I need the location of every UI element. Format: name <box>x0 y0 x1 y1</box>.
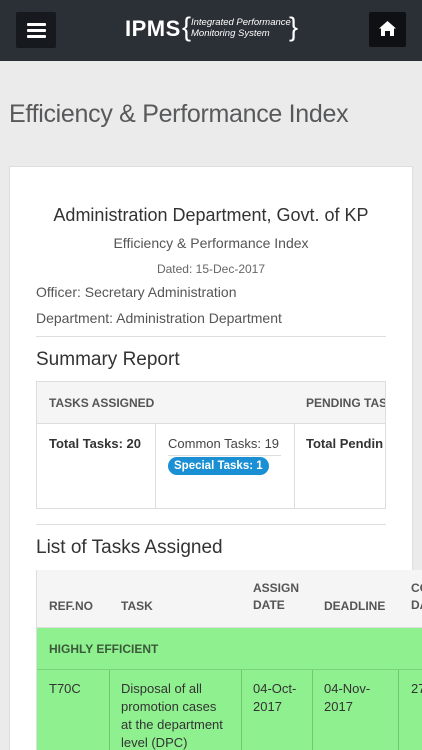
divider <box>36 524 386 525</box>
column-divider <box>241 670 242 750</box>
header-pending-tasks: PENDING TAS <box>306 396 386 410</box>
special-tasks-badge: Special Tasks: 1 <box>168 457 269 475</box>
header-completion-date: CO DA <box>411 580 422 614</box>
assign-line1: 04-Oct- <box>253 681 297 696</box>
department-label: Department: Administration Department <box>36 310 282 326</box>
index-subtitle: Efficiency & Performance Index <box>113 235 309 251</box>
task-assign-date: 04-Oct- 2017 <box>253 680 296 716</box>
total-tasks: Total Tasks: 20 <box>49 436 141 451</box>
header-extra-line2: DA <box>411 598 422 612</box>
header-task: TASK <box>121 599 153 613</box>
deadline-line2: 2017 <box>324 699 353 714</box>
top-navigation-bar: IPMS { Integrated Performance Monitoring… <box>0 0 422 61</box>
total-pending: Total Pendin <box>306 436 384 451</box>
home-icon <box>379 21 396 36</box>
common-tasks-divider <box>168 455 281 456</box>
task-line4: level (DPC) <box>121 735 188 750</box>
logo-brace-open: { <box>182 12 192 42</box>
task-ref: T70C <box>49 681 81 696</box>
table-row[interactable]: T70C Disposal of all promotion cases at … <box>37 670 422 750</box>
column-divider <box>294 424 295 508</box>
divider <box>36 336 386 337</box>
deadline-line1: 04-Nov- <box>324 681 371 696</box>
task-completion: 27 <box>411 681 422 696</box>
column-divider <box>155 424 156 508</box>
task-deadline: 04-Nov- 2017 <box>324 680 370 716</box>
summary-report-heading: Summary Report <box>36 349 180 370</box>
officer-label: Officer: Secretary Administration <box>36 284 237 300</box>
summary-table[interactable]: TASKS ASSIGNED PENDING TAS Total Tasks: … <box>36 381 386 509</box>
logo-subtitle-line1: Integrated Performance <box>191 17 291 28</box>
tasks-list-heading: List of Tasks Assigned <box>36 537 223 558</box>
common-tasks: Common Tasks: 19 <box>168 436 280 451</box>
task-line3: at the department <box>121 717 223 732</box>
logo-subtitle: Integrated Performance Monitoring System <box>191 17 301 39</box>
logo-subtitle-line2: Monitoring System <box>191 28 270 39</box>
hamburger-menu-icon-bar <box>27 29 46 32</box>
assign-line2: 2017 <box>253 699 282 714</box>
department-title: Administration Department, Govt. of KP <box>53 205 369 225</box>
column-divider <box>398 670 399 750</box>
task-line2: promotion cases <box>121 699 217 714</box>
page-title: Efficiency & Performance Index <box>9 100 349 128</box>
task-line1: Disposal of all <box>121 681 202 696</box>
task-description: Disposal of all promotion cases at the d… <box>121 680 223 750</box>
tasks-table-header: REF.NO TASK ASSIGN DATE DEADLINE CO DA <box>37 570 422 628</box>
hamburger-menu-icon <box>27 23 46 26</box>
hamburger-menu-icon-bar <box>27 35 46 38</box>
header-assign-line1: ASSIGN <box>253 581 300 595</box>
home-button[interactable] <box>369 12 406 47</box>
group-label: HIGHLY EFFICIENT <box>49 642 159 656</box>
header-extra-line1: CO <box>411 581 422 595</box>
header-deadline: DEADLINE <box>324 599 386 613</box>
header-assign-date: ASSIGN DATE <box>253 580 299 614</box>
logo-brace-close: } <box>289 12 299 42</box>
summary-table-header: TASKS ASSIGNED PENDING TAS <box>37 382 386 424</box>
group-row-highly-efficient: HIGHLY EFFICIENT <box>37 628 422 670</box>
header-tasks-assigned: TASKS ASSIGNED <box>49 396 155 410</box>
logo-text: IPMS <box>125 16 181 41</box>
header-refno: REF.NO <box>49 599 94 613</box>
menu-button[interactable] <box>16 12 56 48</box>
tasks-table[interactable]: REF.NO TASK ASSIGN DATE DEADLINE CO DA H… <box>36 570 422 750</box>
column-divider <box>312 670 313 750</box>
header-assign-line2: DATE <box>253 598 285 612</box>
report-date: Dated: 15-Dec-2017 <box>156 262 266 276</box>
column-divider <box>109 670 110 750</box>
